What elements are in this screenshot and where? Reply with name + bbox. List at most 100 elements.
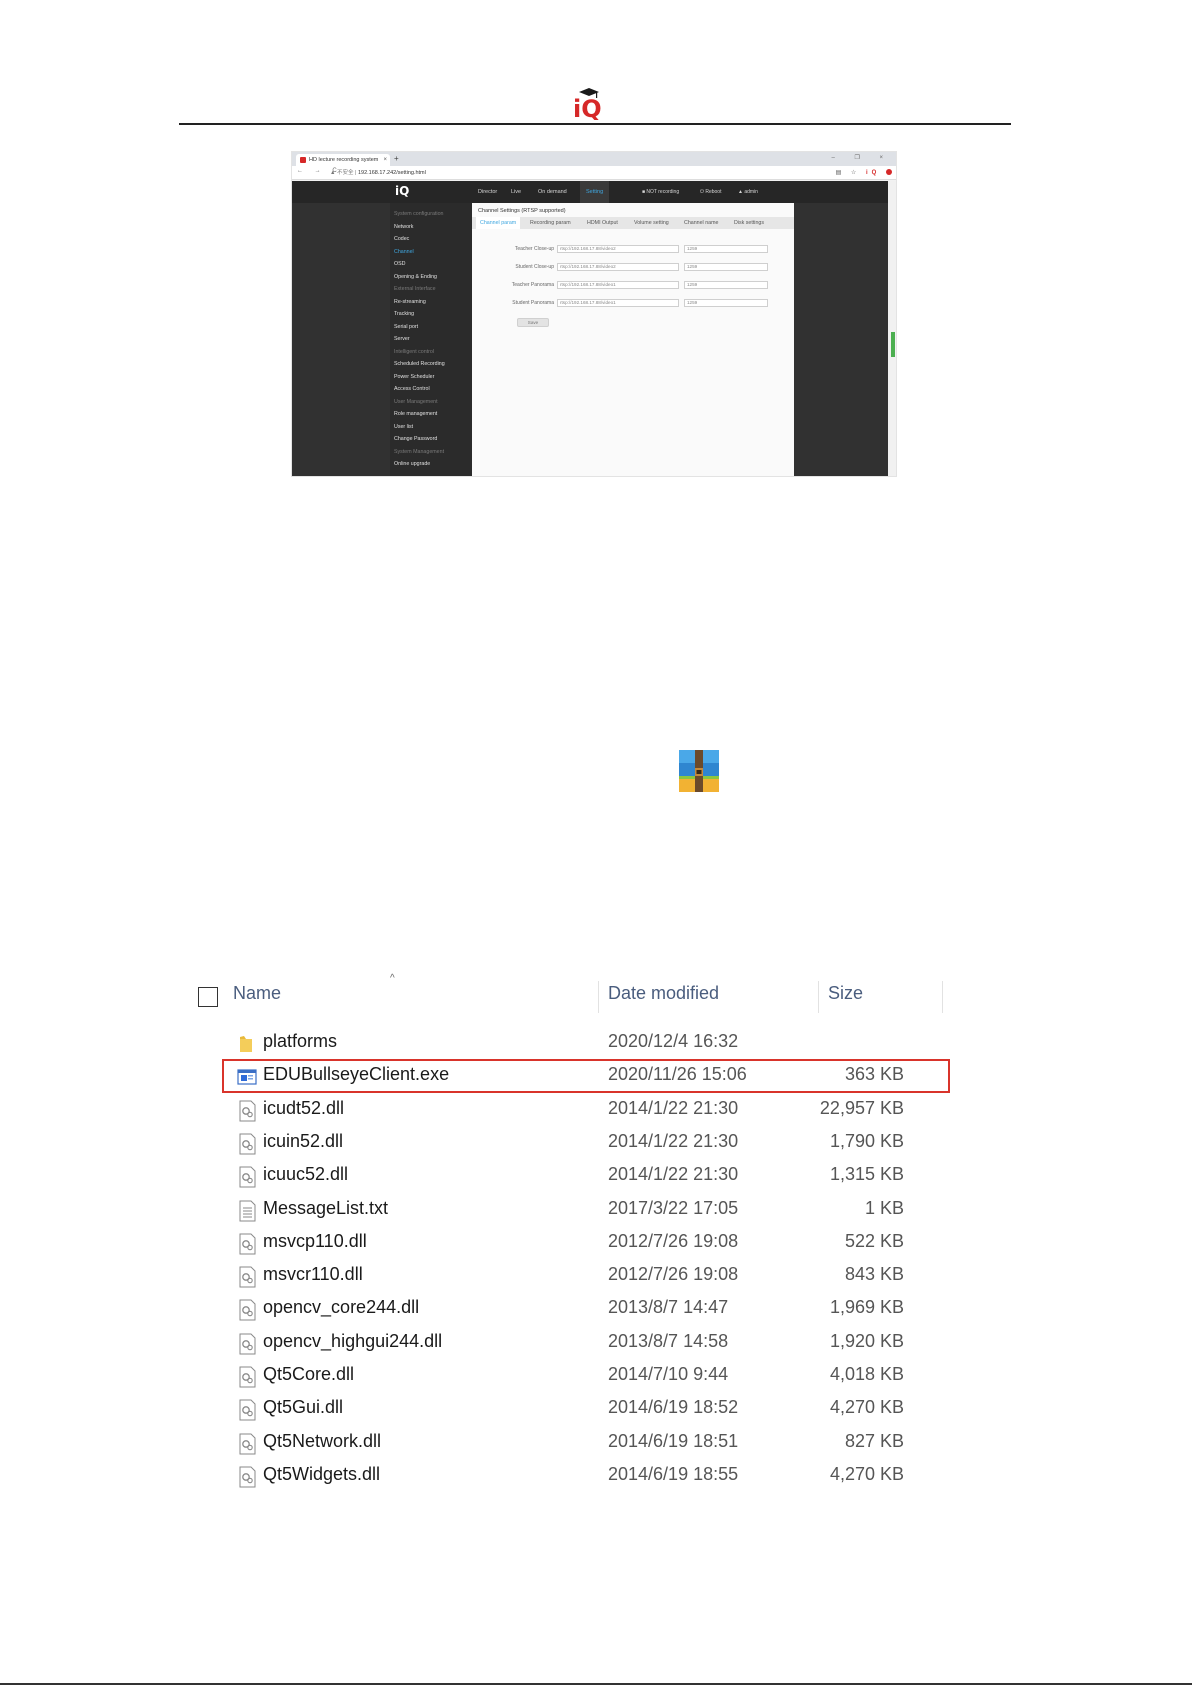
sidebar-item[interactable]: Access Control [394, 386, 430, 392]
channel-value-input[interactable]: 1259 [684, 263, 768, 271]
file-date-modified: 2013/8/7 14:58 [608, 1330, 729, 1351]
file-name: platforms [263, 1031, 338, 1051]
file-date-modified: 2014/6/19 18:52 [608, 1397, 739, 1418]
channel-value-input[interactable]: 1259 [684, 245, 768, 253]
browser-tab[interactable]: HD lecture recording system × [296, 154, 390, 166]
column-separator[interactable] [818, 981, 819, 1013]
file-size: 1,920 KB [829, 1330, 904, 1351]
file-date-modified: 2014/7/10 9:44 [608, 1364, 729, 1384]
tab-channel-name[interactable]: Channel name [684, 217, 718, 229]
tab-volume-setting[interactable]: Volume setting [634, 217, 669, 229]
page-scrollbar[interactable] [888, 181, 896, 476]
archive-icon [679, 750, 719, 792]
sidebar-item[interactable]: Online upgrade [394, 461, 430, 467]
tab-hdmi-output[interactable]: HDMI Output [587, 217, 618, 229]
sidebar-item[interactable]: OSD [394, 261, 405, 267]
file-name: Qt5Network.dll [263, 1430, 382, 1451]
file-date-modified: 2013/8/7 14:47 [608, 1297, 729, 1318]
file-size: 1,315 KB [829, 1164, 904, 1185]
dll-icon [237, 1133, 257, 1155]
channel-url-input[interactable]: rtsp://192.168.17.88/video1 [557, 299, 679, 307]
file-size: 22,957 KB [819, 1097, 904, 1118]
sidebar-section-label: User Management [394, 398, 438, 405]
sidebar-item[interactable]: Server [394, 336, 410, 342]
new-tab-button[interactable]: + [394, 154, 399, 164]
sidebar-item[interactable]: Serial port [394, 324, 418, 330]
tab-disk-settings[interactable]: Disk settings [734, 217, 764, 229]
file-size: 827 KB [844, 1430, 904, 1451]
file-name: msvcr110.dll [263, 1264, 363, 1285]
nav-director[interactable]: Director [478, 181, 497, 203]
extension-icons[interactable]: ▤ ☆ iQ [836, 168, 892, 178]
sidebar-item[interactable]: Change Password [394, 436, 437, 442]
iq-extension-icon[interactable]: iQ [866, 170, 880, 176]
reboot-button[interactable]: ⏻ Reboot [700, 181, 721, 203]
record-extension-icon[interactable] [886, 169, 892, 176]
nav-live[interactable]: Live [511, 181, 521, 203]
file-row[interactable]: platforms 2020/12/4 16:32 [190, 1027, 960, 1060]
nav-on-demand[interactable]: On demand [538, 181, 567, 203]
column-header-date[interactable]: Date modified [608, 983, 719, 1004]
channel-field-label: Teacher Panorama [511, 282, 554, 288]
nav-setting[interactable]: Setting [580, 181, 610, 203]
sidebar-item[interactable]: Role management [394, 411, 437, 417]
scroll-thumb[interactable] [891, 332, 895, 357]
sidebar-section-label: Intelligent control [394, 348, 435, 355]
user-menu[interactable]: ▲ admin [738, 181, 758, 203]
save-button[interactable]: Save [517, 318, 549, 327]
sidebar-item[interactable]: Opening & Ending [394, 274, 437, 280]
channel-url-input[interactable]: rtsp://192.168.17.88/video1 [557, 281, 679, 289]
file-row[interactable]: EDUBullseyeClient.exe 2020/11/26 15:06 363… [190, 1059, 960, 1094]
dll-icon [237, 1366, 257, 1388]
channel-value-input[interactable]: 1259 [684, 299, 768, 307]
security-warning: ▲ 不安全 | [330, 170, 357, 176]
column-header-name[interactable]: Name [233, 983, 281, 1004]
file-date-modified: 2012/7/26 19:08 [608, 1230, 739, 1251]
file-row[interactable]: icuin52.dll 2014/1/22 21:30 1,790 KB [190, 1127, 960, 1160]
tab-close-icon[interactable]: × [383, 154, 387, 166]
channel-field-label: Student Close-up [515, 264, 554, 270]
channel-value-input[interactable]: 1259 [684, 281, 768, 289]
sidebar-item[interactable]: Re-streaming [394, 299, 426, 305]
sidebar-item[interactable]: Tracking [394, 311, 414, 317]
file-row[interactable]: MessageList.txt 2017/3/22 17:05 1 KB [190, 1194, 960, 1227]
tab-recording-param[interactable]: Recording param [530, 217, 571, 229]
recording-status: ■ NOT recording [642, 189, 680, 195]
file-size: 1 KB [864, 1197, 904, 1218]
app-right-gutter [794, 203, 888, 476]
window-controls[interactable]: – ❐ × [831, 154, 892, 161]
folder-icon [237, 1033, 257, 1055]
channel-url-input[interactable]: rtsp://192.168.17.88/video2 [557, 245, 679, 253]
file-row[interactable]: Qt5Core.dll 2014/7/10 9:44 4,018 KB [190, 1360, 960, 1393]
file-row[interactable]: msvcp110.dll 2012/7/26 19:08 522 KB [190, 1227, 960, 1260]
sidebar-item[interactable]: Channel [394, 249, 414, 255]
sidebar-item[interactable]: Network [394, 224, 413, 230]
column-separator[interactable] [598, 981, 599, 1013]
file-name: Qt5Widgets.dll [263, 1463, 381, 1484]
select-all-checkbox[interactable] [198, 987, 218, 1007]
file-row[interactable]: opencv_highgui244.dll 2013/8/7 14:58 1,920… [190, 1327, 960, 1360]
favicon-icon [300, 157, 306, 163]
column-separator[interactable] [942, 981, 943, 1013]
file-size: 522 KB [844, 1230, 904, 1251]
ext-icons-text: ▤ ☆ [835, 170, 861, 176]
url-text: 192.168.17.242/setting.html [357, 170, 426, 176]
tab-channel-param[interactable]: Channel param [476, 217, 521, 229]
sidebar-item[interactable]: Codec [394, 236, 409, 242]
file-row[interactable]: msvcr110.dll 2012/7/26 19:08 843 KB [190, 1260, 960, 1293]
file-date-modified: 2020/11/26 15:06 [608, 1064, 747, 1085]
channel-url-input[interactable]: rtsp://192.168.17.88/video2 [557, 263, 679, 271]
column-header-size[interactable]: Size [828, 983, 863, 1004]
file-row[interactable]: Qt5Gui.dll 2014/6/19 18:52 4,270 KB [190, 1393, 960, 1426]
dll-icon [237, 1299, 257, 1321]
sidebar-item[interactable]: User list [394, 424, 413, 430]
sidebar-section-label: System configuration [394, 211, 444, 217]
file-row[interactable]: opencv_core244.dll 2013/8/7 14:47 1,969 KB [190, 1293, 960, 1326]
url-field[interactable]: ▲ 不安全 | 192.168.17.242/setting.html [330, 168, 426, 178]
file-row[interactable]: Qt5Network.dll 2014/6/19 18:51 827 KB [190, 1427, 960, 1460]
file-row[interactable]: icudt52.dll 2014/1/22 21:30 22,957 KB [190, 1094, 960, 1127]
sidebar-item[interactable]: Scheduled Recording [394, 361, 445, 367]
file-row[interactable]: icuuc52.dll 2014/1/22 21:30 1,315 KB [190, 1160, 960, 1193]
sidebar-item[interactable]: Power Scheduler [394, 374, 434, 380]
file-row[interactable]: Qt5Widgets.dll 2014/6/19 18:55 4,270 KB [190, 1460, 960, 1493]
